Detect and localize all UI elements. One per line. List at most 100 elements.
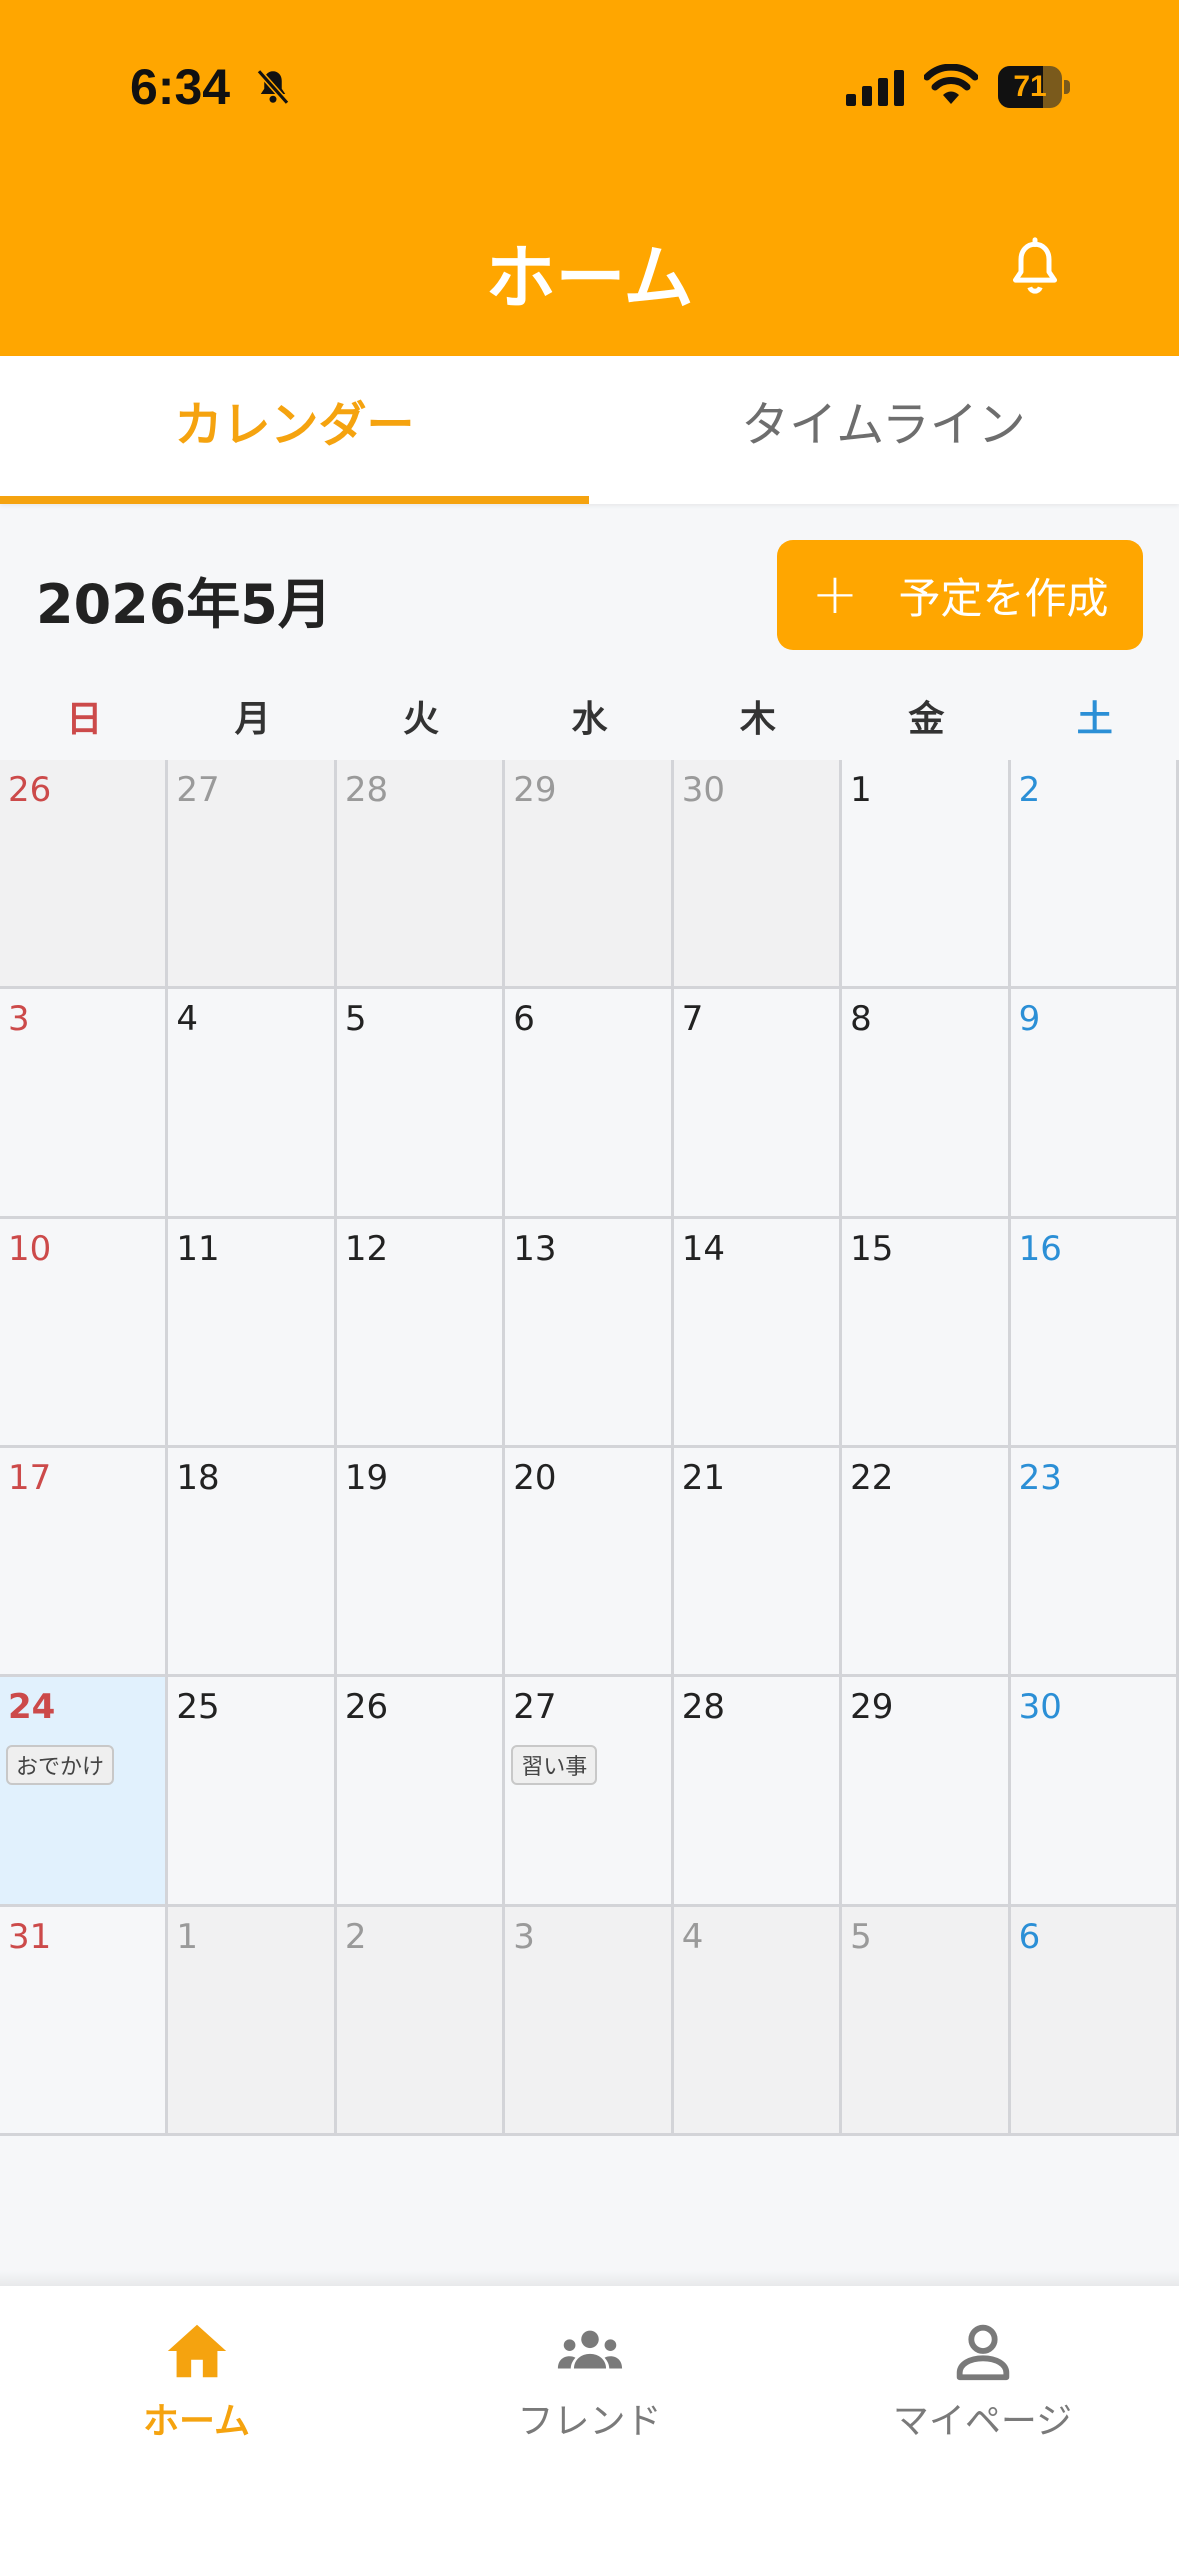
calendar-day-cell[interactable]: 2 [1010,760,1179,990]
calendar-day-cell[interactable]: 22 [842,1448,1011,1678]
calendar-day-cell[interactable]: 17 [0,1448,169,1678]
day-number: 17 [8,1458,52,1498]
calendar-day-cell[interactable]: 3 [505,1906,674,2136]
day-number: 5 [344,999,367,1040]
calendar-day-cell[interactable]: 6 [1010,1906,1179,2136]
calendar-day-cell[interactable]: 4 [673,1906,843,2136]
weekday-label: 木 [739,699,776,740]
calendar-day-cell[interactable]: 26 [336,1677,506,1907]
day-number: 6 [1018,1916,1041,1957]
calendar-day-cell[interactable]: 26 [0,760,169,990]
calendar-day-cell[interactable]: 2 [336,1906,506,2136]
tab-calendar[interactable]: カレンダー [0,356,589,504]
create-event-label: 予定を作成 [898,573,1109,623]
calendar-day-cell[interactable]: 6 [505,989,674,1219]
day-number: 7 [681,999,704,1040]
day-number: 28 [344,770,389,810]
calendar-day-cell[interactable]: 20 [505,1448,674,1678]
calendar-day-cell[interactable]: 9 [1010,989,1179,1219]
calendar-day-cell[interactable]: 28 [336,760,506,990]
day-number: 27 [176,770,220,810]
calendar-day-cell[interactable]: 14 [673,1218,843,1448]
calendar-day-cell[interactable]: 31 [0,1906,169,2136]
nav-mypage[interactable]: マイページ [786,2316,1179,2444]
day-number: 1 [176,1916,199,1957]
day-number: 15 [850,1228,894,1269]
calendar-day-cell[interactable]: 5 [842,1906,1011,2136]
calendar-day-cell[interactable]: 25 [168,1677,337,1907]
calendar-day-cell[interactable]: 30 [1010,1677,1179,1907]
day-number: 22 [850,1458,894,1498]
day-number: 8 [850,999,872,1040]
battery-indicator: 71 [998,66,1070,108]
calendar-day-cell[interactable]: 3 [0,989,169,1219]
day-number: 14 [681,1228,725,1269]
day-number: 20 [513,1458,557,1498]
weekday-label: 火 [403,699,440,740]
bell-icon[interactable] [1000,234,1070,304]
wifi-icon [924,64,978,104]
day-number: 30 [1018,1687,1062,1728]
day-number: 28 [681,1687,725,1728]
day-number: 21 [681,1458,725,1498]
calendar-day-cell[interactable]: 7 [673,989,843,1219]
day-number: 31 [8,1916,52,1957]
event-chip[interactable]: 習い事 [511,1745,598,1786]
calendar-day-cell[interactable]: 12 [336,1218,506,1448]
day-number: 27 [513,1687,557,1728]
calendar-day-cell[interactable]: 29 [842,1677,1011,1907]
calendar-day-cell[interactable]: 11 [168,1218,337,1448]
calendar-day-cell[interactable]: 5 [336,989,506,1219]
nav-home[interactable]: ホーム [0,2316,393,2444]
calendar-day-cell[interactable]: 4 [168,989,337,1219]
day-number: 30 [681,770,725,810]
tab-timeline[interactable]: タイムライン [589,356,1178,504]
calendar-day-cell[interactable]: 1 [168,1906,337,2136]
day-number: 29 [850,1687,894,1728]
nav-friend-label: フレンド [517,2401,662,2442]
weekday-label: 金 [908,699,945,740]
calendar-day-cell[interactable]: 19 [336,1448,506,1678]
day-number: 26 [8,770,52,810]
day-number: 23 [1018,1458,1062,1498]
person-icon [956,2324,1009,2381]
calendar-day-cell[interactable]: 30 [673,760,843,990]
plus-icon: + [811,562,859,627]
calendar-day-cell[interactable]: 13 [505,1218,674,1448]
bottom-navigation: ホーム フレンド マイページ [0,2286,1179,2556]
event-chip[interactable]: おでかけ [6,1745,115,1786]
calendar-day-cell[interactable]: 24 おでかけ [0,1677,169,1907]
calendar-day-cell[interactable]: 8 [842,989,1011,1219]
day-number: 5 [850,1916,872,1957]
day-number: 4 [176,999,199,1040]
nav-home-label: ホーム [143,2401,250,2442]
calendar-day-cell[interactable]: 10 [0,1218,169,1448]
day-number: 24 [8,1687,56,1728]
day-number: 29 [513,770,557,810]
weekday-label: 日 [66,699,103,740]
calendar-day-cell[interactable]: 29 [505,760,674,990]
calendar-day-cell[interactable]: 28 [673,1677,843,1907]
day-number: 13 [513,1228,557,1269]
calendar-day-cell[interactable]: 16 [1010,1218,1179,1448]
calendar-day-cell[interactable]: 27 [168,760,337,990]
cellular-signal-icon [846,70,904,106]
day-number: 19 [344,1458,389,1498]
day-number: 16 [1018,1228,1062,1269]
calendar-day-cell[interactable]: 27 習い事 [505,1677,674,1907]
calendar-day-cell[interactable]: 1 [842,760,1011,990]
active-tab-indicator [0,496,589,504]
calendar-day-cell[interactable]: 15 [842,1218,1011,1448]
day-number: 12 [344,1228,389,1269]
day-number: 3 [513,1916,535,1957]
create-event-button[interactable]: + 予定を作成 [777,540,1143,650]
day-number: 10 [8,1228,52,1269]
nav-friend[interactable]: フレンド [393,2316,786,2444]
day-number: 9 [1018,999,1041,1040]
group-icon [557,2330,622,2369]
day-number: 2 [1018,770,1041,810]
nav-mypage-label: マイページ [892,2401,1073,2442]
calendar-day-cell[interactable]: 18 [168,1448,337,1678]
calendar-day-cell[interactable]: 21 [673,1448,843,1678]
calendar-day-cell[interactable]: 23 [1010,1448,1179,1678]
